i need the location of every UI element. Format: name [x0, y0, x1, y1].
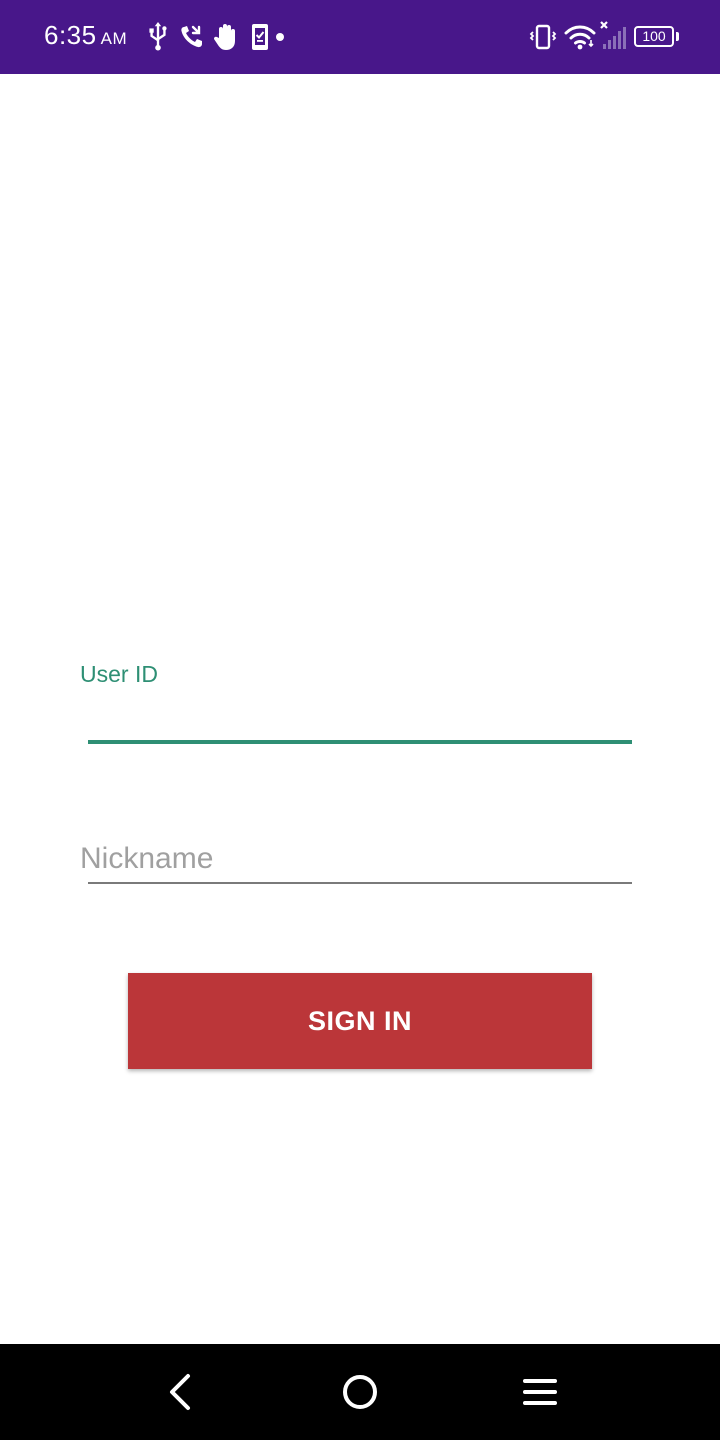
status-time-value: 6:35 [44, 20, 97, 50]
signal-off-icon [598, 20, 626, 50]
wifi-icon [564, 22, 596, 52]
sign-in-form: User ID SIGN IN [0, 74, 720, 1344]
vibrate-icon [529, 22, 557, 52]
status-bar: 6:35 AM 100 [0, 0, 720, 74]
home-icon[interactable] [336, 1368, 384, 1416]
phone-check-icon [246, 22, 274, 52]
battery-tip [676, 32, 679, 41]
status-time-ampm: AM [100, 29, 128, 48]
userid-label: User ID [80, 661, 158, 687]
navigation-bar [0, 1344, 720, 1440]
battery-level: 100 [642, 28, 666, 44]
nickname-underline-inset [80, 882, 88, 886]
back-icon[interactable] [156, 1368, 204, 1416]
menu-icon[interactable] [516, 1368, 564, 1416]
sign-in-button[interactable]: SIGN IN [128, 973, 592, 1069]
nickname-input[interactable] [80, 836, 632, 884]
notification-dot-icon [276, 33, 284, 41]
usb-icon [144, 22, 172, 52]
hand-icon [212, 22, 240, 52]
battery-icon: 100 [634, 26, 674, 47]
wifi-calling-icon [178, 22, 206, 52]
status-time: 6:35 AM [44, 20, 127, 51]
userid-input[interactable] [88, 694, 632, 744]
